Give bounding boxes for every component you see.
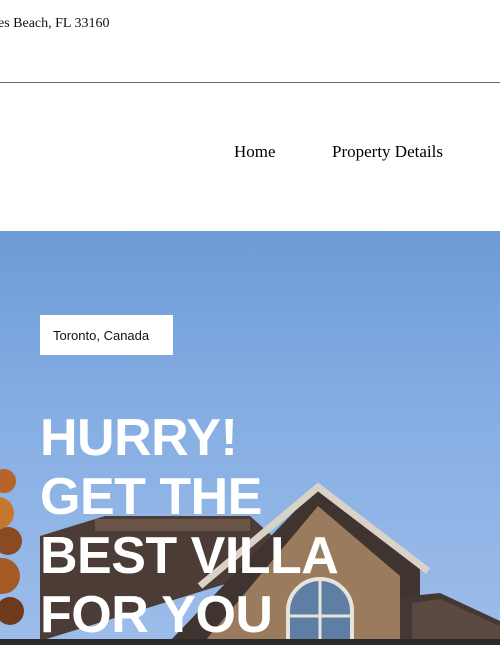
headline-line: HURRY! (40, 409, 238, 467)
address-text: es Beach, FL 33160 (0, 16, 110, 31)
nav-link-property-details[interactable]: Property Details (332, 142, 443, 162)
top-bar: es Beach, FL 33160 (0, 0, 500, 83)
location-badge: Toronto, Canada (40, 315, 173, 355)
tree-illustration (0, 469, 24, 625)
headline-line: GET THE (40, 468, 262, 526)
headline-line: BEST VILLA (40, 527, 339, 585)
headline-line: FOR YOU (40, 586, 273, 641)
hero-banner: Toronto, Canada HURRY! GET THE BEST VILL… (0, 231, 500, 641)
main-navigation: Home Property Details (0, 83, 500, 230)
bottom-divider (0, 639, 500, 645)
nav-link-home[interactable]: Home (234, 142, 276, 162)
hero-headline: HURRY! GET THE BEST VILLA FOR YOU (40, 409, 339, 641)
